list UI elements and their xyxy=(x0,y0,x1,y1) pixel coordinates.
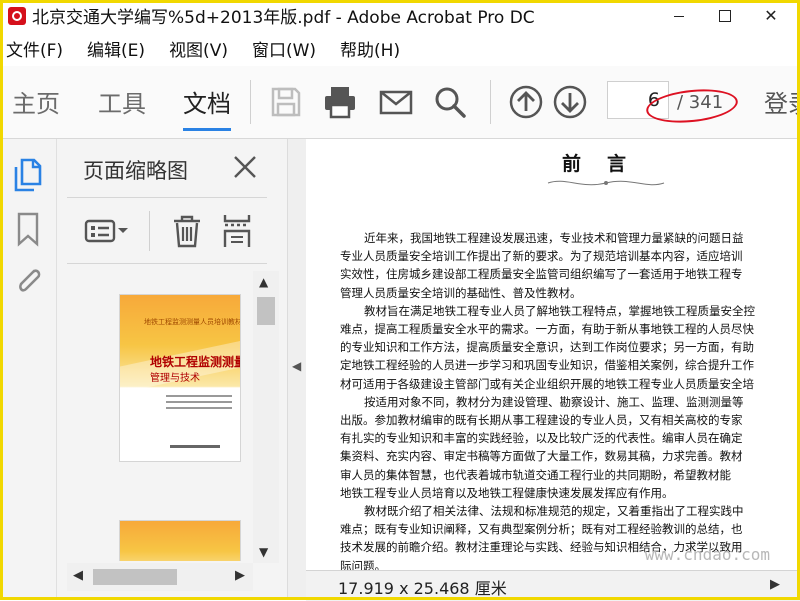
body-line: 按适用对象不同，教材分为建设管理、勘察设计、施工、监理、监测测量等 xyxy=(364,394,744,409)
panel-divider xyxy=(67,263,267,264)
document-page: 前言 近年来，我国地铁工程建设发展迅速，专业技术和管理力量紧缺的问题日益 专业人… xyxy=(306,139,800,570)
window-title: 北京交通大学编写%5d+2013年版.pdf - Adobe Acrobat P… xyxy=(32,8,535,28)
close-panel-icon[interactable] xyxy=(231,153,259,181)
close-window-button[interactable]: ✕ xyxy=(748,0,794,31)
scroll-left-arrow-icon[interactable]: ◀ xyxy=(73,568,83,583)
menu-help[interactable]: 帮助(H) xyxy=(340,36,400,61)
tab-document[interactable]: 文档 xyxy=(183,84,231,131)
scrollbar-thumb[interactable] xyxy=(257,297,275,325)
delete-icon[interactable] xyxy=(169,213,205,249)
crop-icon[interactable] xyxy=(219,213,255,249)
body-line: 管理人员质量安全培训的基础性、普及性教材。 xyxy=(340,285,582,300)
body-line: 有扎实的专业知识和丰富的实践经验，以及比较广泛的代表性。编审人员在确定 xyxy=(340,431,743,446)
minimize-icon xyxy=(674,16,684,17)
body-line: 的专业知识和工作方法，提高质量安全意识，达到工作岗位要求；另一方面，有助 xyxy=(340,340,754,355)
login-button[interactable]: 登录 xyxy=(764,84,800,119)
status-bar: 17.919 x 25.468 厘米 ▶ xyxy=(306,570,800,601)
page-up-icon[interactable] xyxy=(508,84,544,120)
thumbnail-publisher-line xyxy=(170,445,220,448)
menu-edit[interactable]: 编辑(E) xyxy=(87,36,145,61)
toolbar-separator xyxy=(250,80,251,124)
mail-icon[interactable] xyxy=(378,84,414,120)
options-menu-icon[interactable] xyxy=(83,213,131,249)
main-toolbar: 主页 工具 文档 6 / 341 登录 xyxy=(0,66,800,139)
heading-ornament-icon xyxy=(547,180,665,186)
save-icon[interactable] xyxy=(268,84,304,120)
scrollbar-thumb[interactable] xyxy=(93,569,177,585)
toolbar-separator xyxy=(490,80,491,124)
panel-collapse-strip[interactable]: ◀ xyxy=(288,139,306,600)
body-line: 材可适用于各级建设主管部门或有关企业组织开展的地铁工程专业人员质量安全培 xyxy=(340,376,754,391)
body-line: 审人员的集体智慧，也代表着城市轨道交通工程行业的共同期盼，希望教材能 xyxy=(340,467,731,482)
search-icon[interactable] xyxy=(432,84,468,120)
acrobat-logo-icon xyxy=(8,6,26,25)
document-view[interactable]: 前言 近年来，我国地铁工程建设发展迅速，专业技术和管理力量紧缺的问题日益 专业人… xyxy=(306,139,800,570)
panel-divider xyxy=(67,197,267,198)
close-icon: ✕ xyxy=(764,6,778,25)
panel-title: 页面缩略图 xyxy=(83,159,188,183)
status-expand-arrow-icon[interactable]: ▶ xyxy=(770,577,780,592)
document-heading: 前言 xyxy=(562,153,653,175)
thumbnail-author-lines xyxy=(166,395,232,413)
bookmark-icon[interactable] xyxy=(12,211,44,247)
navigation-pane xyxy=(0,139,57,600)
page-down-icon[interactable] xyxy=(552,84,588,120)
body-line: 专业人员质量安全培训工作提出了新的要求。为了规范培训基本内容，适应培训 xyxy=(340,249,743,264)
thumbnail-vertical-scrollbar[interactable]: ▲ ▼ xyxy=(253,271,279,563)
thumbnail-title-text: 地铁工程监测测量 xyxy=(150,355,240,369)
thumbnail-subtitle-text: 管理与技术 xyxy=(150,373,200,384)
page-thumbnail-1[interactable]: 地铁工程监测测量人员培训教材 地铁工程监测测量 管理与技术 xyxy=(120,295,240,461)
attachment-icon[interactable] xyxy=(12,263,44,299)
window-controls: ✕ xyxy=(656,0,794,31)
scroll-down-arrow-icon[interactable]: ▼ xyxy=(259,545,268,559)
body-line: 集资料、充实内容、审定书稿等方面做了大量工作，数易其稿，力求完善。教材 xyxy=(340,449,743,464)
collapse-left-arrow-icon[interactable]: ◀ xyxy=(292,359,301,373)
menu-view[interactable]: 视图(V) xyxy=(169,36,228,61)
body-line: 出版。参加教材编审的既有长期从事工程建设的专业人员，又有相关高校的专家 xyxy=(340,413,743,428)
title-bar: 北京交通大学编写%5d+2013年版.pdf - Adobe Acrobat P… xyxy=(0,0,800,31)
maximize-button[interactable] xyxy=(702,0,748,31)
menu-file[interactable]: 文件(F) xyxy=(6,36,63,61)
body-line: 难点，提高工程质量安全水平的需求。一方面，有助于新从事地铁工程的人员尽快 xyxy=(340,322,754,337)
print-icon[interactable] xyxy=(322,84,358,120)
page-thumbnails-icon[interactable] xyxy=(12,157,44,193)
thumbnail-horizontal-scrollbar[interactable]: ◀ ▶ xyxy=(67,563,253,591)
document-body: 近年来，我国地铁工程建设发展迅速，专业技术和管理力量紧缺的问题日益 专业人员质量… xyxy=(340,229,800,570)
menu-bar: 文件(F) 编辑(E) 视图(V) 窗口(W) 帮助(H) xyxy=(0,31,800,65)
body-line: 近年来，我国地铁工程建设发展迅速，专业技术和管理力量紧缺的问题日益 xyxy=(364,231,744,245)
tab-home[interactable]: 主页 xyxy=(12,84,60,119)
body-line: 教材旨在满足地铁工程专业人员了解地铁工程特点，掌握地铁工程质量安全控 xyxy=(364,303,755,318)
body-line: 难点；既有专业知识阐释，又有典型案例分析；既有对工程经验教训的总结，也 xyxy=(340,522,743,537)
thumbnail-list: 地铁工程监测测量人员培训教材 地铁工程监测测量 管理与技术 1 xyxy=(67,271,253,561)
page-thumbnails-panel: 页面缩略图 地铁工程监测测量人员培训教材 地铁工程监测测量 管理与技术 1 xyxy=(57,139,288,600)
body-line: 教材既介绍了相关法律、法规和标准规范的规定，又着重指出了工程实践中 xyxy=(364,504,744,519)
body-line: 实效性，住房城乡建设部工程质量安全监管司组织编写了一套适用于地铁工程专 xyxy=(340,267,743,282)
page-size-label: 17.919 x 25.468 厘米 xyxy=(338,579,507,598)
maximize-icon xyxy=(719,9,731,22)
body-line: 定地铁工程经验的人员进一步学习和巩固专业知识，借鉴相关案例，综合提升工作 xyxy=(340,358,754,373)
tab-tools[interactable]: 工具 xyxy=(98,84,146,119)
body-line: 地铁工程专业人员培育以及地铁工程健康快速发展发挥应有作用。 xyxy=(340,485,674,500)
minimize-button[interactable] xyxy=(656,0,702,31)
panel-tool-separator xyxy=(149,211,150,251)
site-watermark: www.cndao.com xyxy=(644,545,770,564)
thumbnail-series-text: 地铁工程监测测量人员培训教材 xyxy=(144,318,240,326)
page-thumbnail-2[interactable] xyxy=(120,521,240,561)
scroll-right-arrow-icon[interactable]: ▶ xyxy=(235,568,245,583)
menu-window[interactable]: 窗口(W) xyxy=(252,36,316,61)
scroll-up-arrow-icon[interactable]: ▲ xyxy=(259,275,268,289)
